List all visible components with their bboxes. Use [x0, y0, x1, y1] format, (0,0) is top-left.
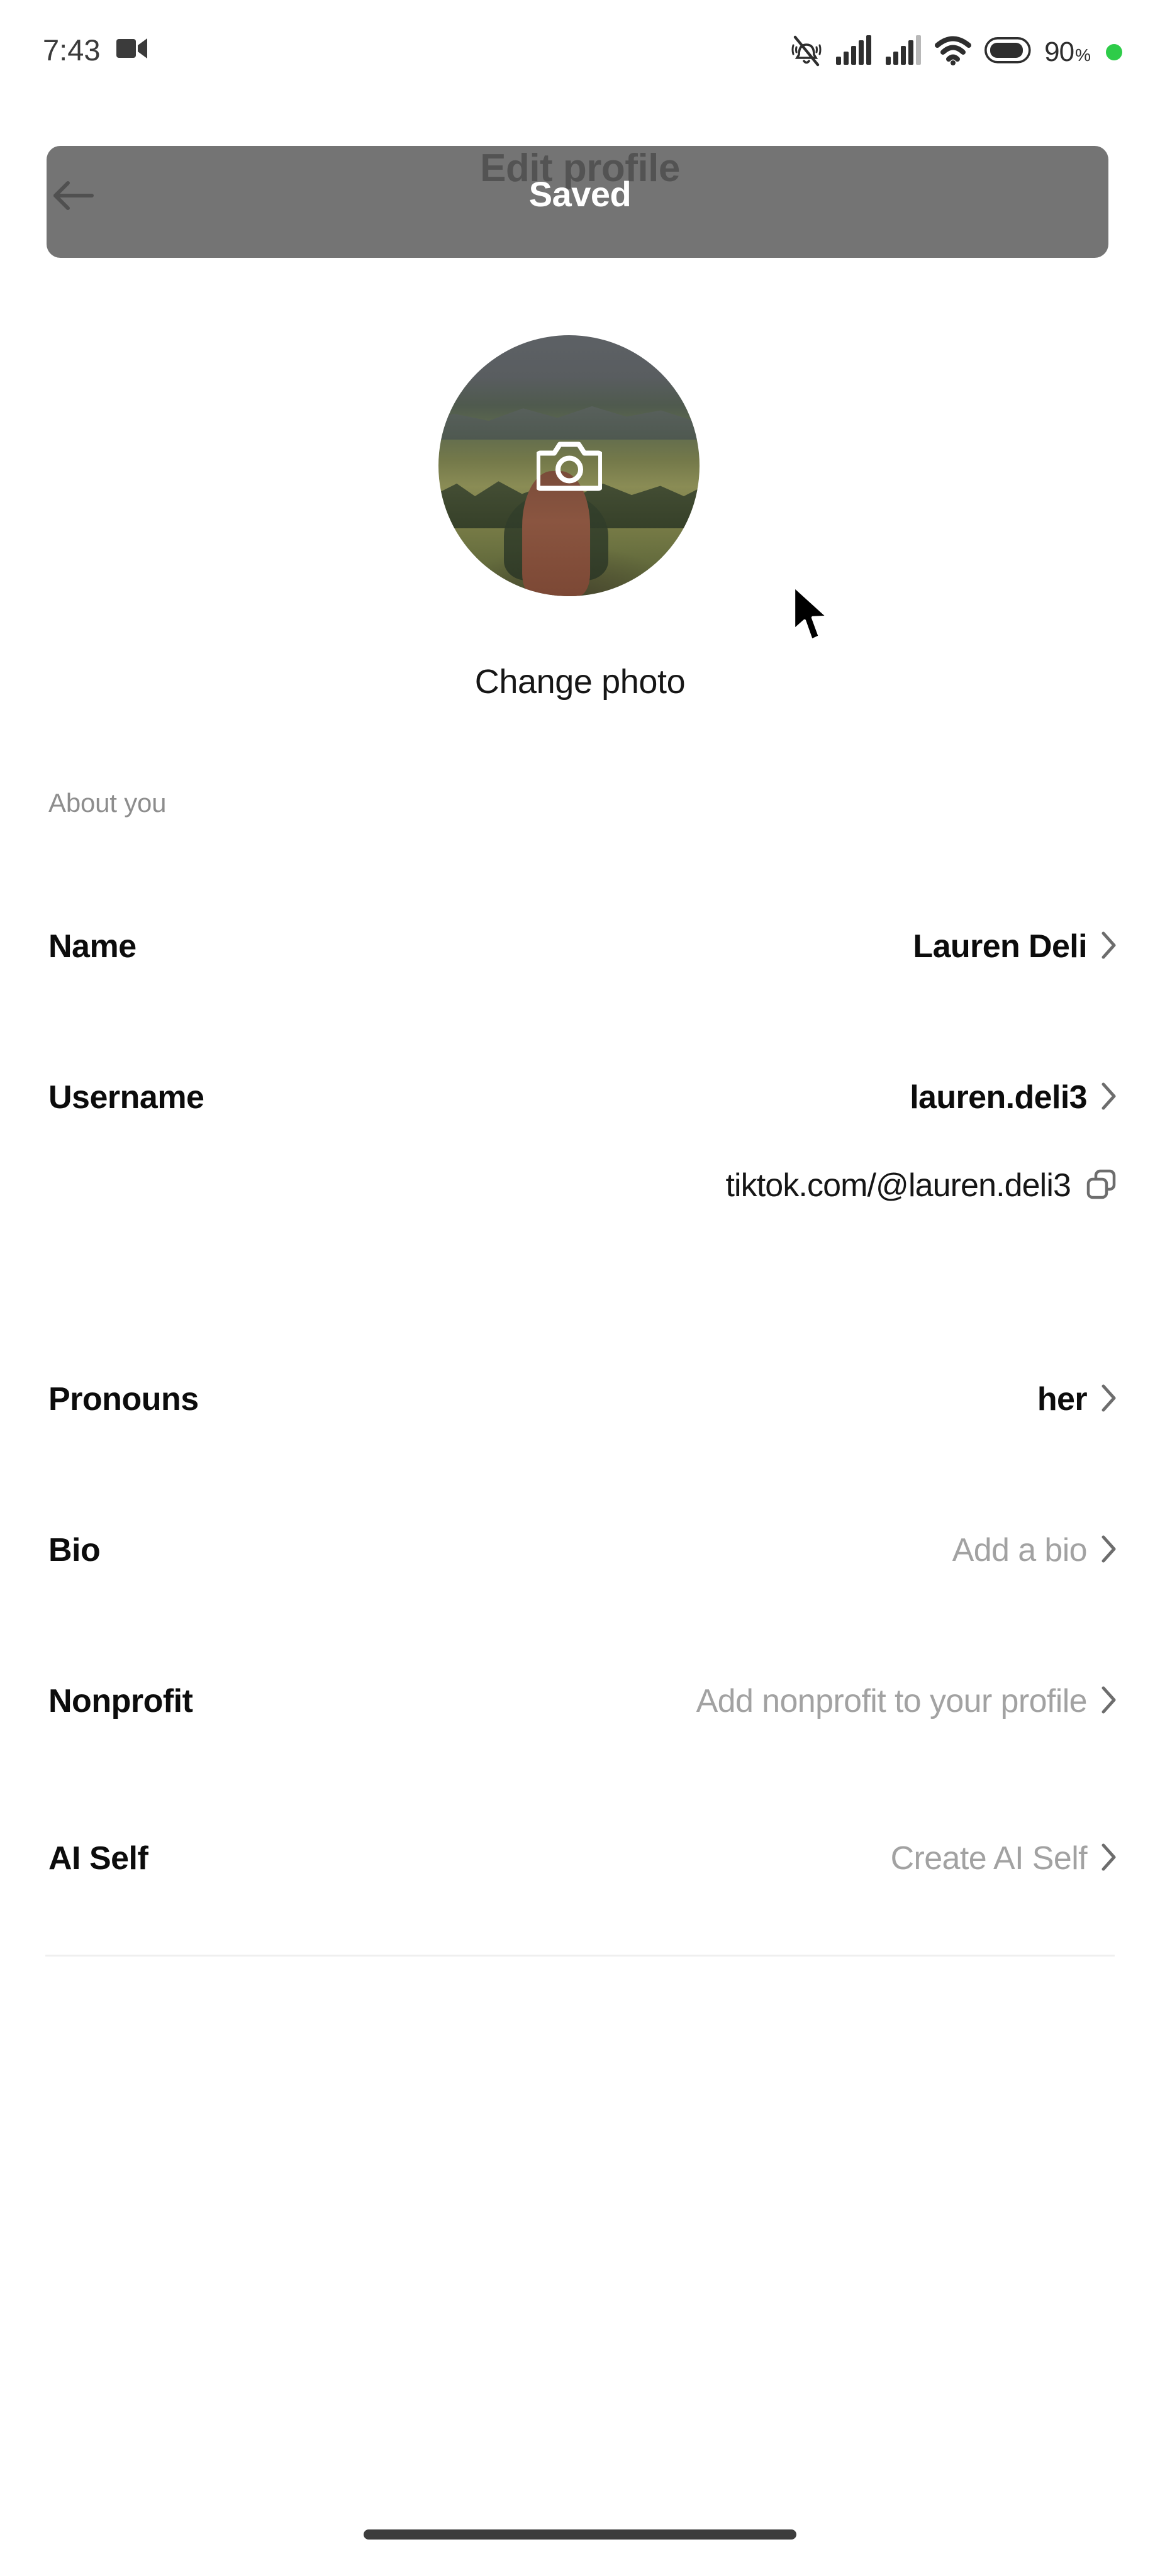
- status-bar-right: 90%: [791, 34, 1122, 70]
- copy-icon[interactable]: [1086, 1168, 1117, 1204]
- mouse-pointer-icon: [791, 584, 839, 648]
- row-value-group[interactable]: her: [1037, 1380, 1117, 1418]
- chevron-right-icon: [1101, 1082, 1117, 1114]
- wifi-icon: [935, 35, 972, 69]
- row-label: Name: [48, 928, 137, 965]
- bell-silent-icon: [791, 34, 822, 70]
- camera-icon: [535, 436, 603, 495]
- saved-toast-label: Saved: [528, 174, 632, 214]
- cellular-signal-icon: [835, 35, 872, 69]
- status-bar: 7:43 90 %: [0, 0, 1160, 94]
- change-photo-button[interactable]: Change photo: [0, 662, 1160, 701]
- row-bio[interactable]: Bio Add a bio: [0, 1509, 1160, 1591]
- row-value-group[interactable]: Lauren Deli: [913, 928, 1117, 965]
- row-label: AI Self: [48, 1840, 148, 1877]
- phone-screen: 7:43 90 % Saved Change photo About you N…: [0, 0, 1160, 2576]
- recording-indicator-dot: [1106, 43, 1122, 60]
- section-label-about-you: About you: [48, 788, 167, 818]
- row-label: Username: [48, 1079, 204, 1116]
- battery-icon: [984, 36, 1031, 67]
- row-value-group[interactable]: Add nonprofit to your profile: [696, 1682, 1117, 1720]
- row-value: Lauren Deli: [913, 928, 1087, 965]
- cellular-signal-icon: [885, 35, 922, 69]
- chevron-right-icon: [1101, 1384, 1117, 1416]
- chevron-right-icon: [1101, 1843, 1117, 1875]
- section-divider: [45, 1955, 1115, 1957]
- row-name[interactable]: Name Lauren Deli: [0, 906, 1160, 987]
- row-value: Add nonprofit to your profile: [696, 1683, 1088, 1719]
- row-value: Add a bio: [952, 1532, 1088, 1568]
- chevron-right-icon: [1101, 1685, 1117, 1718]
- video-camera-icon: [116, 37, 148, 63]
- row-value-group[interactable]: Create AI Self: [891, 1840, 1117, 1877]
- profile-url-group[interactable]: tiktok.com/@lauren.deli3: [725, 1167, 1117, 1204]
- row-username[interactable]: Username lauren.deli3: [0, 1057, 1160, 1138]
- profile-url-text: tiktok.com/@lauren.deli3: [725, 1167, 1071, 1204]
- battery-percent: 90%: [1044, 36, 1091, 67]
- avatar-container[interactable]: [438, 335, 700, 596]
- home-indicator-bar[interactable]: [364, 2529, 796, 2540]
- row-value: lauren.deli3: [910, 1079, 1087, 1116]
- chevron-right-icon: [1101, 931, 1117, 963]
- profile-url-row[interactable]: tiktok.com/@lauren.deli3: [0, 1167, 1160, 1236]
- status-clock: 7:43: [43, 33, 101, 67]
- row-label: Nonprofit: [48, 1683, 193, 1719]
- row-nonprofit[interactable]: Nonprofit Add nonprofit to your profile: [0, 1660, 1160, 1742]
- row-pronouns[interactable]: Pronouns her: [0, 1358, 1160, 1440]
- avatar[interactable]: [438, 335, 700, 596]
- row-label: Pronouns: [48, 1381, 199, 1418]
- row-value-group[interactable]: Add a bio: [952, 1531, 1117, 1569]
- status-bar-left: 7:43: [43, 33, 148, 67]
- row-value: her: [1037, 1381, 1088, 1418]
- row-ai-self[interactable]: AI Self Create AI Self: [0, 1818, 1160, 1899]
- row-value-group[interactable]: lauren.deli3: [910, 1079, 1117, 1116]
- chevron-right-icon: [1101, 1535, 1117, 1567]
- row-value: Create AI Self: [890, 1840, 1088, 1877]
- row-label: Bio: [48, 1532, 101, 1568]
